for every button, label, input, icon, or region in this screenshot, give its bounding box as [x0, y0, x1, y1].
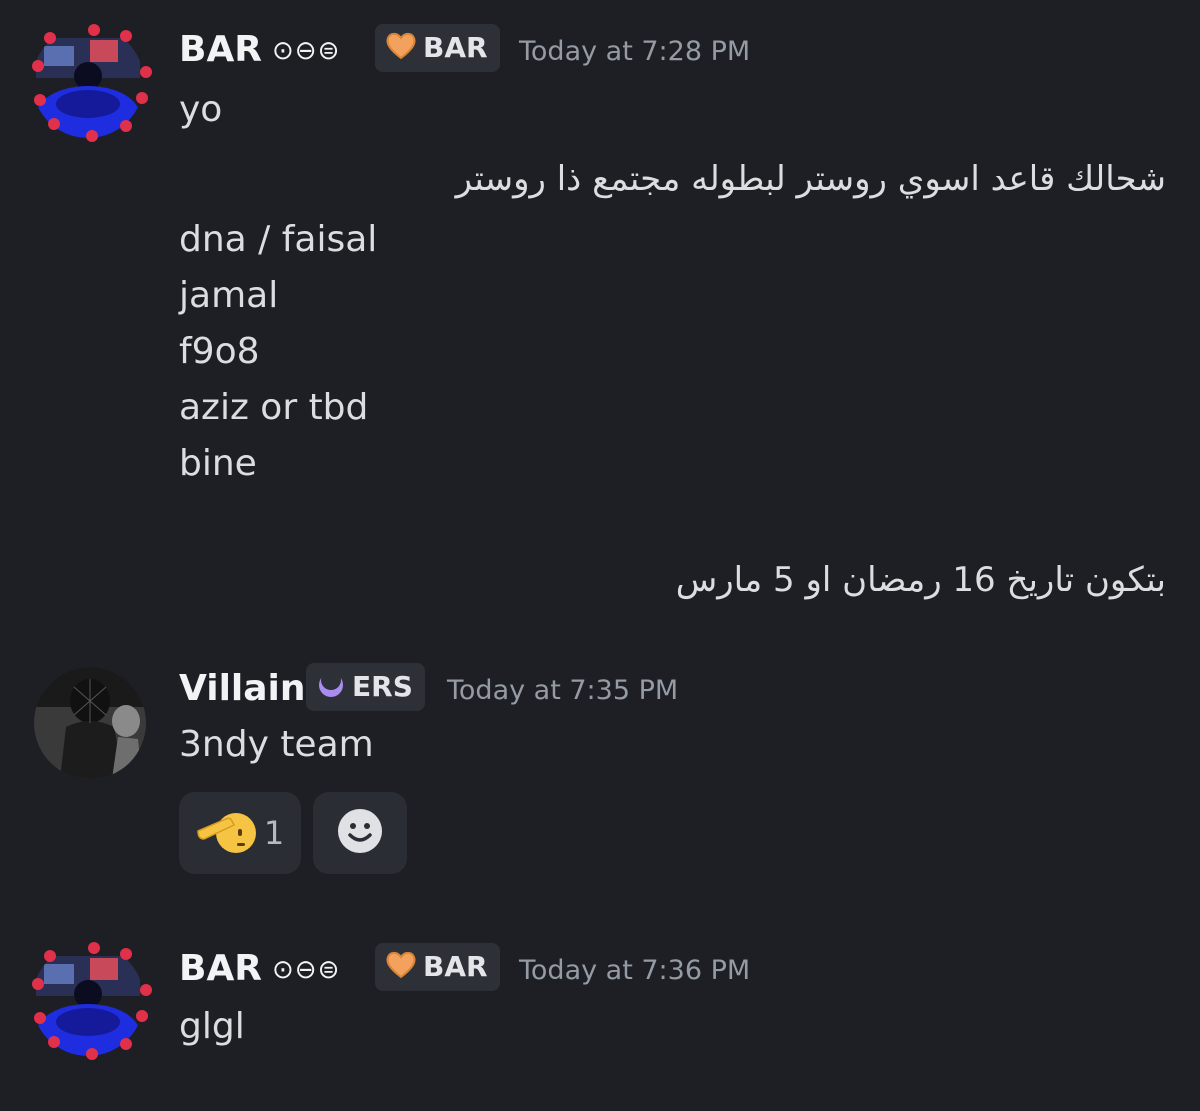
server-tag[interactable]: ERS — [306, 663, 425, 711]
chat-log: BAR ⊙⊖⊜ BAR Today at 7:28 PM yo شحالك قا… — [0, 0, 1200, 1111]
server-tag[interactable]: BAR — [375, 943, 500, 991]
orange-heart-icon — [385, 951, 417, 983]
roster-line: f9o8 — [179, 331, 260, 372]
server-tag[interactable]: BAR — [375, 24, 500, 72]
message-text-arabic: بتكون تاريخ 16 رمضان او 5 مارس — [675, 560, 1166, 600]
message-text: glgl — [179, 1006, 245, 1047]
roster-line: dna / faisal — [179, 219, 378, 260]
roster-line: jamal — [179, 275, 279, 316]
message-text-arabic: شحالك قاعد اسوي روستر لبطوله مجتمع ذا رو… — [455, 159, 1166, 199]
orange-heart-icon — [385, 32, 417, 64]
timestamp[interactable]: Today at 7:36 PM — [519, 957, 750, 984]
status-icons: ⊙⊖⊜ — [272, 955, 341, 985]
tag-label: BAR — [423, 31, 488, 64]
reaction-salute[interactable]: 1 — [179, 792, 301, 874]
reaction-count: 1 — [263, 814, 285, 852]
avatar-bar[interactable] — [30, 24, 152, 142]
timestamp[interactable]: Today at 7:28 PM — [519, 38, 750, 65]
message-text: 3ndy team — [179, 724, 374, 765]
purple-crescent-icon — [316, 670, 346, 704]
timestamp[interactable]: Today at 7:35 PM — [447, 677, 678, 704]
status-icons: ⊙⊖⊜ — [272, 36, 341, 66]
add-reaction-smiley-icon — [336, 807, 384, 859]
add-reaction-button[interactable] — [313, 792, 407, 874]
username[interactable]: Villain — [179, 671, 306, 707]
username[interactable]: BAR — [179, 951, 262, 987]
saluting-face-emoji — [196, 805, 256, 861]
roster-line: bine — [179, 443, 257, 484]
avatar-villain[interactable] — [34, 667, 146, 779]
roster-line: aziz or tbd — [179, 387, 369, 428]
avatar-bar[interactable] — [30, 942, 152, 1060]
tag-label: ERS — [352, 670, 413, 703]
tag-label: BAR — [423, 950, 488, 983]
username[interactable]: BAR — [179, 32, 262, 68]
message-text: yo — [179, 89, 223, 130]
